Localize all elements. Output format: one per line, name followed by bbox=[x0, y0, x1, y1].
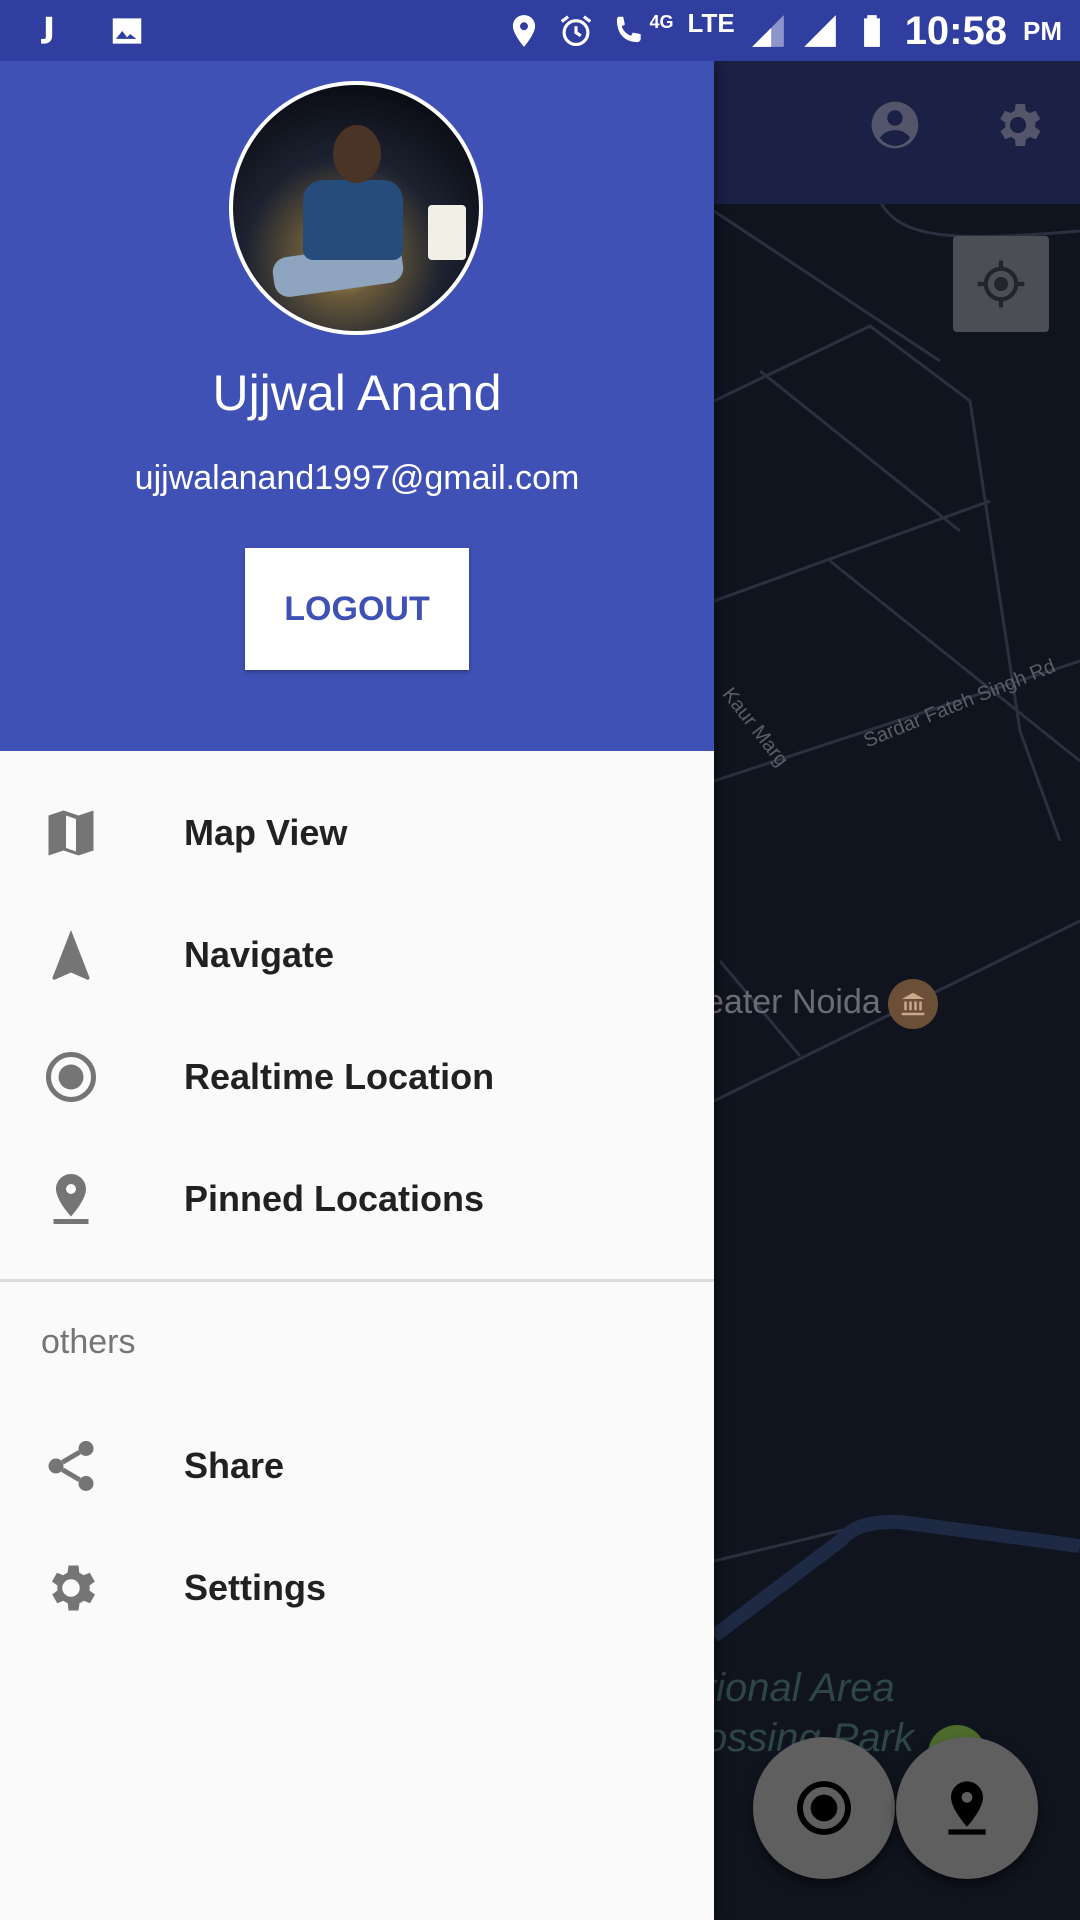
account-circle-icon[interactable] bbox=[867, 97, 923, 153]
user-name: Ujjwal Anand bbox=[212, 365, 502, 421]
map-icon bbox=[48, 810, 94, 856]
menu-item-label: Pinned Locations bbox=[184, 1178, 485, 1219]
menu-item-label: Map View bbox=[184, 812, 348, 853]
menu-item-label: Navigate bbox=[184, 934, 335, 975]
drawer-header: Ujjwal Anand ujjwalanand1997@gmail.com L… bbox=[0, 61, 714, 751]
battery-icon bbox=[863, 15, 880, 47]
divider bbox=[0, 1279, 714, 1282]
pin-location-fab[interactable] bbox=[896, 1737, 1038, 1879]
avatar[interactable] bbox=[229, 81, 483, 335]
museum-icon[interactable] bbox=[888, 979, 938, 1029]
image-icon bbox=[112, 18, 142, 44]
signal-icon bbox=[803, 15, 836, 47]
volte-call-icon bbox=[617, 16, 642, 43]
my-location-icon bbox=[977, 260, 1025, 308]
radio-button-icon bbox=[46, 1052, 96, 1102]
area-label: tional Area bbox=[705, 1666, 895, 1710]
record-icon bbox=[797, 1781, 851, 1835]
jio-icon bbox=[41, 16, 53, 44]
realtime-fab[interactable] bbox=[753, 1737, 895, 1879]
menu-item-label: Settings bbox=[184, 1567, 327, 1608]
place-label: eater Noida bbox=[705, 983, 881, 1021]
menu-item-navigate[interactable]: Navigate bbox=[0, 894, 714, 1016]
menu-item-share[interactable]: Share bbox=[0, 1405, 714, 1527]
navigation-drawer: Ujjwal Anand ujjwalanand1997@gmail.com L… bbox=[0, 61, 714, 1920]
alarm-icon bbox=[561, 15, 592, 47]
status-bar: 4G LTE 10:58 PM bbox=[0, 0, 1080, 61]
menu-item-label: Share bbox=[184, 1445, 285, 1486]
user-email: ujjwalanand1997@gmail.com bbox=[134, 459, 580, 497]
menu-item-map-view[interactable]: Map View bbox=[0, 772, 714, 894]
lte-icon: LTE bbox=[687, 7, 735, 38]
pin-drop-icon bbox=[948, 1781, 986, 1835]
logout-button[interactable]: LOGOUT bbox=[245, 548, 469, 670]
signal-icon bbox=[751, 15, 784, 47]
settings-icon[interactable] bbox=[990, 97, 1046, 153]
menu-item-label: Realtime Location bbox=[184, 1056, 495, 1097]
section-header-others: others bbox=[41, 1323, 136, 1361]
location-icon bbox=[513, 15, 536, 47]
pin-drop-icon bbox=[53, 1174, 89, 1224]
my-location-button[interactable] bbox=[953, 236, 1049, 332]
network-4g-label: 4G bbox=[649, 11, 674, 32]
clock: 10:58 bbox=[904, 8, 1007, 53]
navigation-arrow-icon bbox=[52, 930, 90, 980]
menu-item-settings[interactable]: Settings bbox=[0, 1527, 714, 1649]
settings-icon bbox=[52, 1565, 96, 1611]
share-icon bbox=[48, 1441, 94, 1491]
menu-item-pinned-locations[interactable]: Pinned Locations bbox=[0, 1138, 714, 1260]
menu-item-realtime-location[interactable]: Realtime Location bbox=[0, 1016, 714, 1138]
clock-ampm: PM bbox=[1023, 15, 1062, 46]
